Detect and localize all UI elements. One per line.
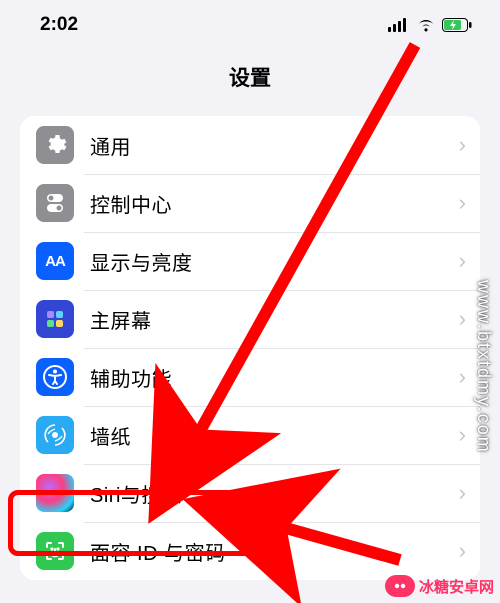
row-display[interactable]: AA 显示与亮度 › bbox=[20, 232, 480, 290]
battery-charging-icon bbox=[442, 18, 472, 32]
chevron-right-icon: › bbox=[459, 306, 466, 332]
chevron-right-icon: › bbox=[459, 538, 466, 564]
chevron-right-icon: › bbox=[459, 364, 466, 390]
row-label: 显示与亮度 bbox=[90, 247, 459, 276]
status-bar: 2:02 bbox=[0, 0, 500, 44]
siri-icon bbox=[36, 474, 74, 512]
cellular-icon bbox=[388, 18, 410, 32]
row-home-screen[interactable]: 主屏幕 › bbox=[20, 290, 480, 348]
accessibility-icon bbox=[36, 358, 74, 396]
chevron-right-icon: › bbox=[459, 422, 466, 448]
row-label: 控制中心 bbox=[90, 189, 459, 218]
settings-list: 通用 › 控制中心 › AA 显示与亮度 › 主屏幕 › 辅助功能 › 墙纸 bbox=[20, 116, 480, 580]
row-control-center[interactable]: 控制中心 › bbox=[20, 174, 480, 232]
row-label: 主屏幕 bbox=[90, 305, 459, 334]
chevron-right-icon: › bbox=[459, 132, 466, 158]
row-general[interactable]: 通用 › bbox=[20, 116, 480, 174]
status-time: 2:02 bbox=[40, 14, 78, 36]
row-label: 面容 ID 与密码 bbox=[90, 537, 459, 566]
gear-icon bbox=[36, 126, 74, 164]
wifi-icon bbox=[416, 18, 436, 32]
watermark-url: www.btxtdmy.com bbox=[473, 280, 494, 454]
display-icon: AA bbox=[36, 242, 74, 280]
row-siri[interactable]: Siri与搜索 › bbox=[20, 464, 480, 522]
brand-logo-icon bbox=[385, 575, 415, 597]
wallpaper-icon bbox=[36, 416, 74, 454]
row-accessibility[interactable]: 辅助功能 › bbox=[20, 348, 480, 406]
chevron-right-icon: › bbox=[459, 248, 466, 274]
row-label: 墙纸 bbox=[90, 421, 459, 450]
row-wallpaper[interactable]: 墙纸 › bbox=[20, 406, 480, 464]
row-label: 辅助功能 bbox=[90, 363, 459, 392]
chevron-right-icon: › bbox=[459, 480, 466, 506]
home-screen-icon bbox=[36, 300, 74, 338]
row-label: 通用 bbox=[90, 131, 459, 160]
faceid-icon bbox=[36, 532, 74, 570]
chevron-right-icon: › bbox=[459, 190, 466, 216]
status-indicators bbox=[388, 18, 472, 32]
brand-badge: 冰糖安卓网 bbox=[385, 575, 494, 597]
page-title: 设置 bbox=[0, 44, 500, 116]
control-center-icon bbox=[36, 184, 74, 222]
row-label: Siri与搜索 bbox=[90, 479, 459, 508]
brand-text: 冰糖安卓网 bbox=[419, 576, 494, 597]
row-faceid[interactable]: 面容 ID 与密码 › bbox=[20, 522, 480, 580]
